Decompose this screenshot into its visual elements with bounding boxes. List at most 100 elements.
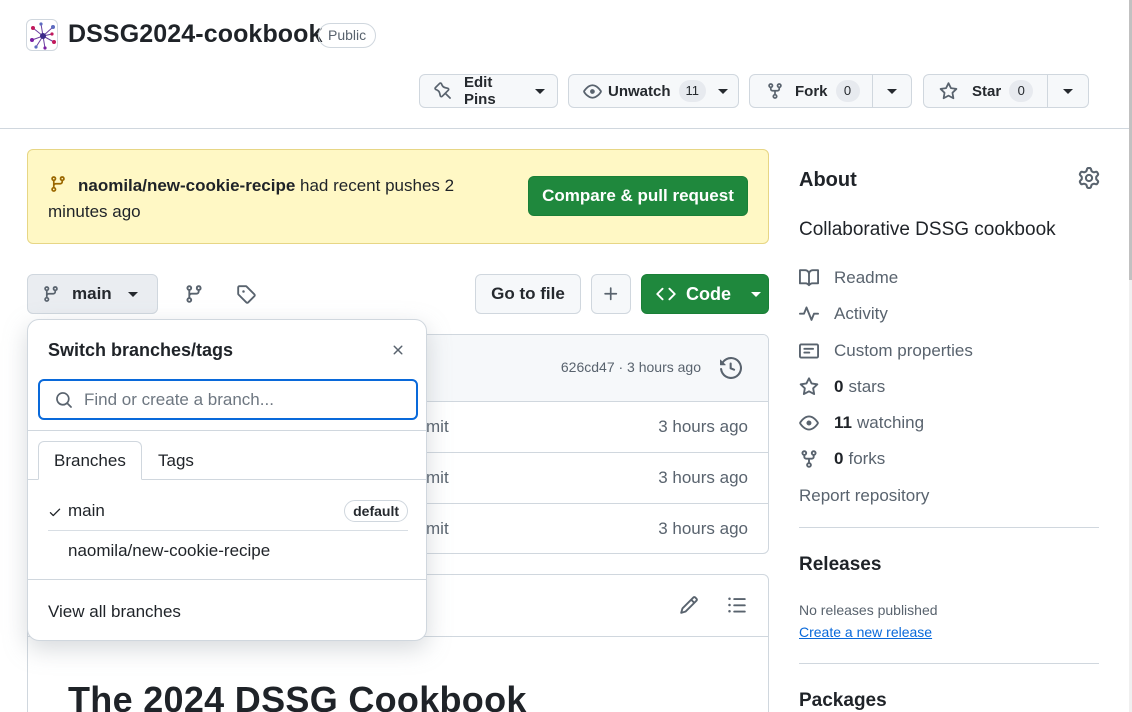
banner-text: naomila/new-cookie-recipe had recent pus… (48, 173, 488, 225)
note-icon (799, 341, 819, 361)
commit-message[interactable]: mit (426, 468, 449, 488)
commit-time: 3 hours ago (658, 417, 748, 436)
watch-counter: 11 (678, 80, 707, 102)
commit-message[interactable]: mit (426, 519, 449, 539)
star-icon (799, 377, 819, 397)
git-branch-icon (42, 285, 60, 303)
repo-name[interactable]: DSSG2024-cookbook (68, 20, 323, 49)
fork-counter: 0 (835, 80, 860, 102)
eye-icon (583, 82, 602, 101)
default-badge: default (344, 500, 408, 522)
view-all-branches-link[interactable]: View all branches (48, 602, 181, 622)
plus-icon (602, 285, 620, 303)
forks-count: 0 (834, 449, 844, 468)
tab-branches[interactable]: Branches (38, 441, 142, 480)
edit-pins-label: Edit Pins (464, 74, 496, 108)
commit-time: 3 hours ago (658, 468, 748, 487)
no-releases-text: No releases published (799, 602, 938, 618)
code-label: Code (686, 283, 731, 304)
book-icon (799, 268, 819, 288)
current-branch-label: main (72, 284, 112, 303)
commit-message[interactable]: mit (426, 417, 449, 437)
fork-icon (799, 449, 819, 469)
fork-icon (766, 82, 784, 100)
branch-name: naomila/new-cookie-recipe (68, 541, 271, 560)
commit-hash-time[interactable]: 626cd47 · 3 hours ago (561, 359, 701, 375)
readme-heading: The 2024 DSSG Cookbook (68, 679, 527, 712)
chevron-down-icon (886, 88, 897, 94)
history-icon[interactable] (720, 356, 743, 384)
star-label: Star (972, 82, 1002, 100)
divider (799, 527, 1099, 528)
tag-icon[interactable] (234, 282, 258, 306)
code-button[interactable]: Code (641, 274, 769, 314)
check-icon (48, 504, 62, 524)
compare-pull-request-button[interactable]: Compare & pull request (528, 176, 748, 216)
star-counter: 0 (1009, 80, 1034, 102)
watching-link[interactable]: 11 watching (799, 411, 924, 435)
search-icon (55, 391, 73, 414)
activity-label: Activity (834, 304, 888, 323)
unwatch-label: Unwatch (608, 82, 671, 100)
pencil-icon[interactable] (679, 595, 699, 620)
branch-item-main[interactable]: main default (48, 491, 408, 531)
add-file-button[interactable] (591, 274, 631, 314)
repo-description: Collaborative DSSG cookbook (799, 219, 1056, 240)
divider (799, 663, 1099, 664)
stars-label: stars (848, 377, 886, 396)
star-button[interactable]: Star 0 (924, 75, 1047, 107)
divider (28, 430, 426, 431)
gear-icon[interactable] (1078, 167, 1100, 189)
branch-item-naomila-new-cookie-recipe[interactable]: naomila/new-cookie-recipe (48, 531, 408, 571)
chevron-down-icon (127, 291, 138, 297)
readme-link[interactable]: Readme (799, 266, 898, 290)
eye-icon (799, 413, 819, 433)
branch-search-field (38, 379, 418, 420)
custom-properties-link[interactable]: Custom properties (799, 339, 973, 363)
divider (28, 579, 426, 580)
fork-label: Fork (795, 82, 828, 100)
recent-pushes-banner: naomila/new-cookie-recipe had recent pus… (27, 149, 769, 244)
packages-title[interactable]: Packages (799, 690, 887, 712)
activity-link[interactable]: Activity (799, 302, 888, 326)
chevron-down-icon (1062, 88, 1073, 94)
pin-icon (434, 82, 452, 100)
go-to-file-button[interactable]: Go to file (475, 274, 581, 314)
repo-avatar-icon[interactable] (26, 19, 58, 51)
create-release-link[interactable]: Create a new release (799, 624, 932, 640)
fork-button-group: Fork 0 (749, 74, 912, 108)
about-title: About (799, 169, 857, 191)
forks-link[interactable]: 0 forks (799, 447, 885, 471)
fork-button[interactable]: Fork 0 (750, 75, 872, 107)
fork-dropdown-button[interactable] (871, 75, 911, 107)
close-icon[interactable] (386, 338, 410, 362)
tab-tags[interactable]: Tags (143, 441, 209, 480)
branch-selector-button[interactable]: main (27, 274, 158, 314)
switch-branches-dropdown: Switch branches/tags Branches Tags main … (27, 319, 427, 641)
stars-count: 0 (834, 377, 844, 396)
list-icon[interactable] (727, 595, 747, 620)
code-icon (656, 284, 676, 304)
watching-count: 11 (834, 413, 852, 432)
chevron-down-icon (535, 88, 545, 94)
star-icon (939, 81, 958, 101)
chevron-down-icon (718, 88, 729, 94)
chevron-down-icon (751, 291, 761, 297)
releases-title[interactable]: Releases (799, 554, 881, 576)
visibility-badge: Public (318, 23, 377, 48)
unwatch-button[interactable]: Unwatch 11 (568, 74, 739, 108)
watching-label: watching (856, 413, 925, 432)
repo-header: DSSG2024-cookbook Public Edit Pins Unwat… (0, 0, 1132, 129)
stars-link[interactable]: 0 stars (799, 375, 885, 399)
star-dropdown-button[interactable] (1046, 75, 1088, 107)
edit-pins-button[interactable]: Edit Pins (419, 74, 558, 108)
commit-time: 3 hours ago (658, 519, 748, 538)
custom-properties-label: Custom properties (834, 341, 973, 360)
branch-search-input[interactable] (84, 387, 404, 413)
branch-name: main (68, 501, 105, 520)
star-button-group: Star 0 (923, 74, 1089, 108)
branches-link-icon[interactable] (182, 282, 206, 306)
report-repository-link[interactable]: Report repository (799, 484, 929, 508)
banner-branch-link[interactable]: naomila/new-cookie-recipe (78, 176, 295, 195)
dropdown-title: Switch branches/tags (48, 340, 234, 360)
